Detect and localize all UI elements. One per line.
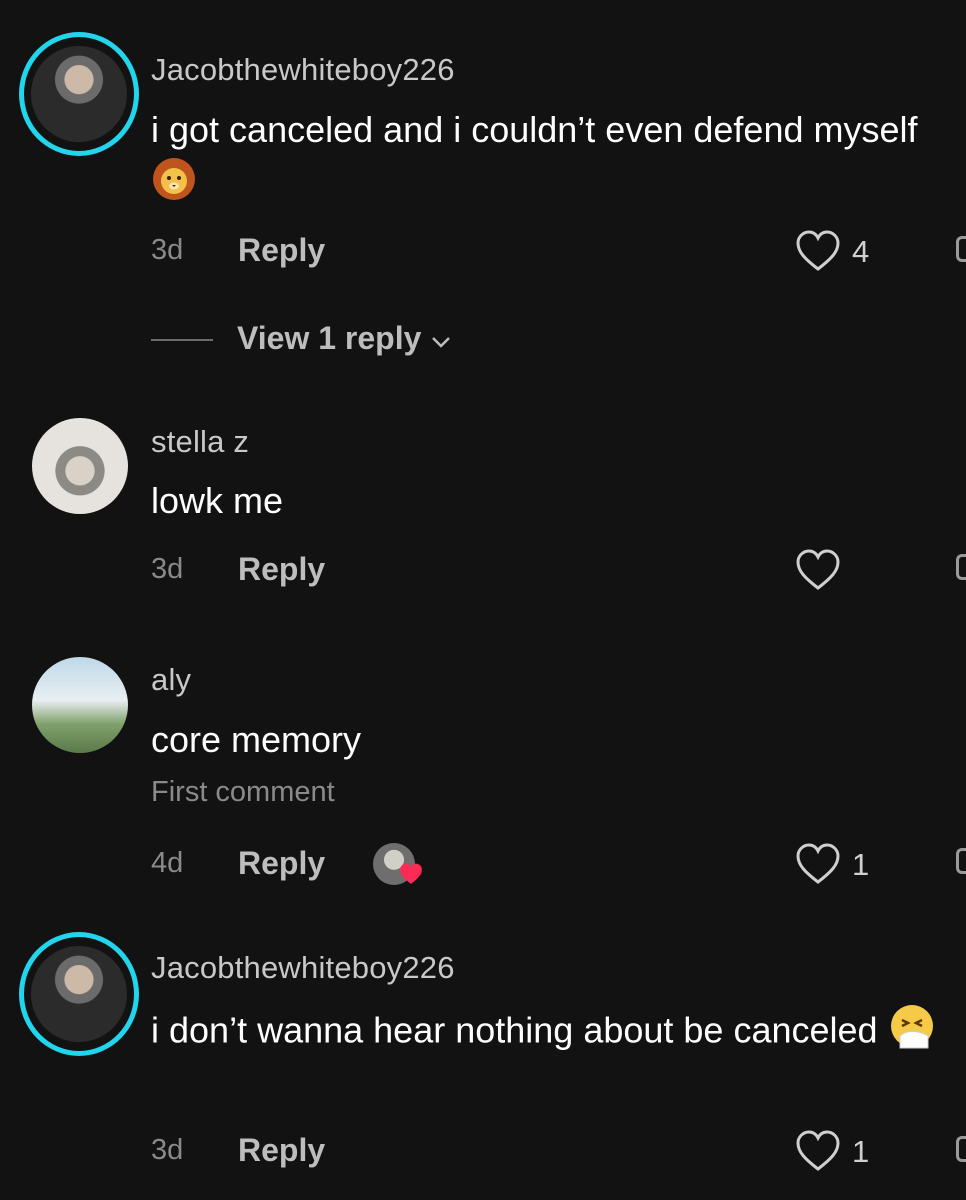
comment-text-content: i got canceled and i couldn’t even defen… [151,109,918,150]
comment-text-content: i don’t wanna hear nothing about be canc… [151,1009,878,1051]
dislike-icon[interactable] [956,236,966,262]
reply-button[interactable]: Reply [238,845,325,882]
avatar[interactable] [31,946,127,1042]
first-comment-tag: First comment [151,776,335,808]
comment-username[interactable]: aly [151,662,191,698]
view-replies-label: View 1 reply [237,320,422,356]
dislike-icon[interactable] [956,848,966,874]
comment-username[interactable]: Jacobthewhiteboy226 [151,950,455,986]
replies-divider [151,339,213,341]
dislike-icon[interactable] [956,554,966,580]
comment-username[interactable]: stella z [151,424,249,460]
comment-age: 3d [151,234,184,266]
heart-icon[interactable] [795,229,841,278]
comment-text: i got canceled and i couldn’t even defen… [151,103,941,216]
comment-age: 3d [151,553,184,585]
chevron-down-icon [430,320,452,356]
comment-username[interactable]: Jacobthewhiteboy226 [151,52,455,88]
sneezing-face-icon [888,1002,936,1064]
reply-button[interactable]: Reply [238,232,325,269]
like-count: 1 [852,1134,870,1169]
heart-icon[interactable] [795,842,841,891]
comment-text: i don’t wanna hear nothing about be canc… [151,1002,941,1064]
view-replies-button[interactable]: View 1 reply [237,320,452,357]
comment-age: 3d [151,1134,184,1166]
lion-face-icon [151,156,197,216]
dislike-icon[interactable] [956,1136,966,1162]
heart-icon[interactable] [795,1129,841,1178]
like-count: 1 [852,847,870,882]
comment-age: 4d [151,847,184,879]
creator-heart-icon [398,862,424,891]
like-count: 4 [852,234,870,269]
avatar[interactable] [32,657,128,753]
avatar[interactable] [31,46,127,142]
avatar[interactable] [32,418,128,514]
comment-text: lowk me [151,480,284,521]
comment-text: core memory [151,719,362,760]
reply-button[interactable]: Reply [238,1132,325,1169]
reply-button[interactable]: Reply [238,551,325,588]
heart-icon[interactable] [795,548,841,597]
